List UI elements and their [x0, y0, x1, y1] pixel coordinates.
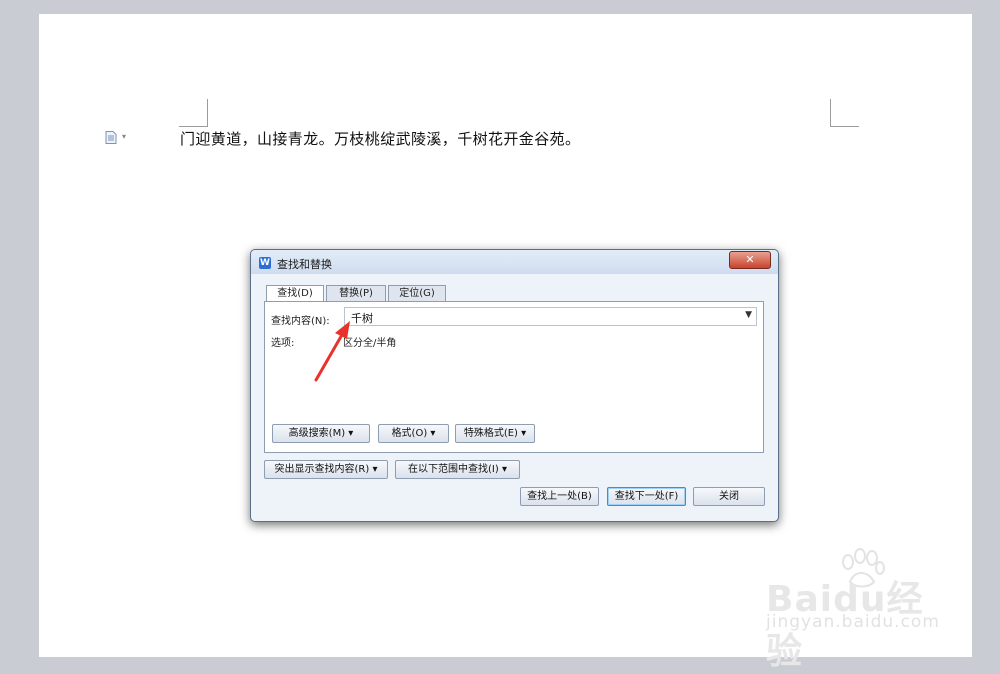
- dialog-title: 查找和替换: [277, 258, 332, 271]
- find-panel: 查找内容(N): 千树 ▼ 选项: 区分全/半角 高级搜索(M) ▾ 格式(O)…: [264, 301, 764, 453]
- close-icon[interactable]: ✕: [729, 251, 771, 269]
- advanced-search-button[interactable]: 高级搜索(M) ▾: [272, 424, 370, 443]
- red-arrow-annotation-icon: [314, 321, 350, 382]
- watermark-url-text: jingyan.baidu.com: [766, 612, 940, 632]
- crop-mark-top-left: [179, 99, 208, 127]
- find-previous-button[interactable]: 查找上一处(B): [520, 487, 599, 506]
- paragraph-doc-icon[interactable]: [105, 131, 117, 144]
- document-body-text[interactable]: 门迎黄道，山接青龙。万枝桃绽武陵溪，千树花开金谷苑。: [180, 128, 580, 149]
- dropdown-arrow-icon[interactable]: ▼: [745, 310, 752, 320]
- find-next-button[interactable]: 查找下一处(F): [607, 487, 686, 506]
- wps-app-icon: W: [259, 257, 271, 269]
- tab-goto[interactable]: 定位(G): [388, 285, 446, 302]
- close-button[interactable]: 关闭: [693, 487, 765, 506]
- options-label: 选项:: [271, 338, 295, 349]
- highlight-found-button[interactable]: 突出显示查找内容(R) ▾: [264, 460, 388, 479]
- crop-mark-top-right: [830, 99, 859, 127]
- tab-replace[interactable]: 替换(P): [326, 285, 386, 302]
- find-replace-dialog: W 查找和替换 ✕ 查找(D) 替换(P) 定位(G) 查找内容(N): 千树 …: [250, 249, 779, 522]
- chevron-down-icon[interactable]: ▾: [122, 132, 126, 141]
- baidu-watermark: Baidu经验 jingyan.baidu.com: [766, 548, 946, 672]
- special-format-button[interactable]: 特殊格式(E) ▾: [455, 424, 535, 443]
- find-input[interactable]: 千树 ▼: [344, 307, 757, 326]
- format-button[interactable]: 格式(O) ▾: [378, 424, 449, 443]
- dialog-titlebar[interactable]: W 查找和替换 ✕: [251, 250, 778, 274]
- search-range-button[interactable]: 在以下范围中查找(I) ▾: [395, 460, 520, 479]
